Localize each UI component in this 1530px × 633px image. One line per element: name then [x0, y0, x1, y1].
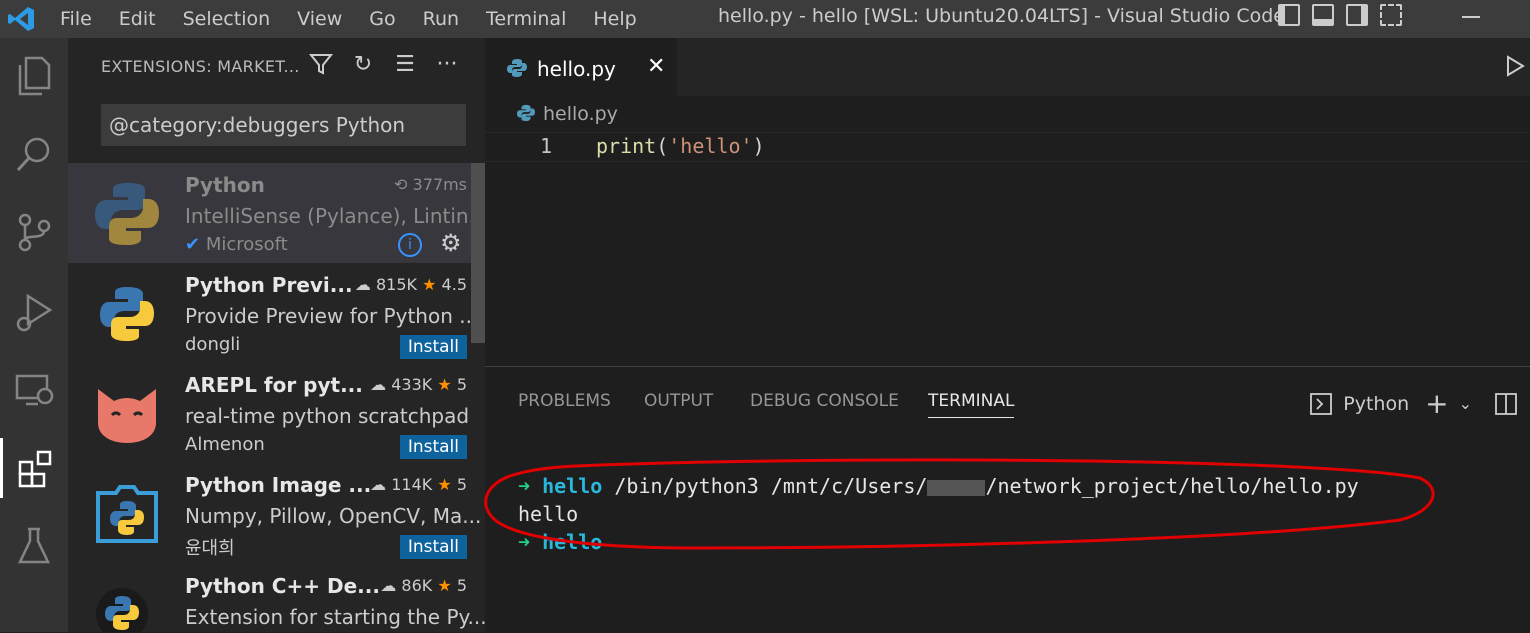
red-annotation-ellipse — [484, 458, 1435, 550]
